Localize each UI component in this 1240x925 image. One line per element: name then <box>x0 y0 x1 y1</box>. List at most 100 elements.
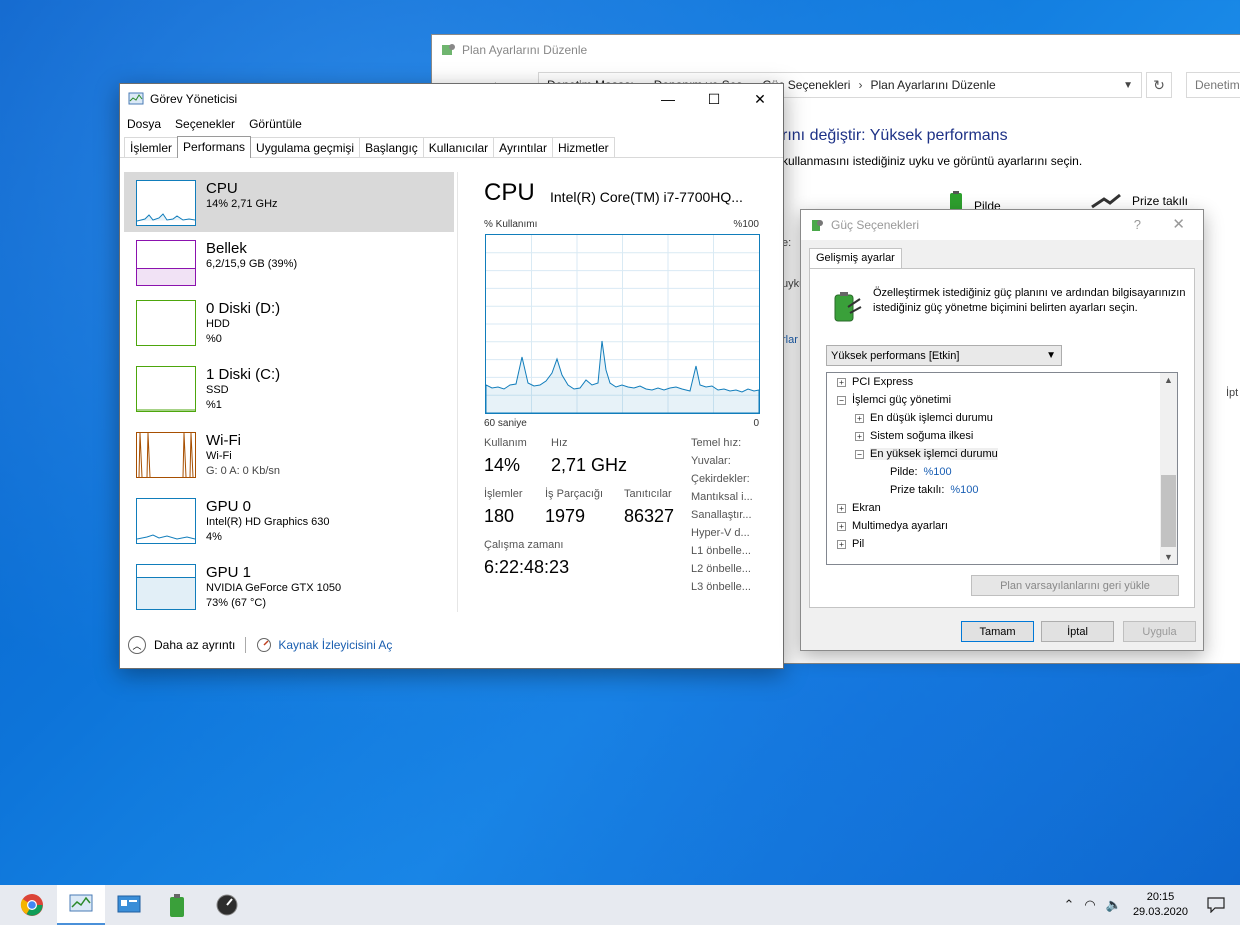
tree-value[interactable]: %100 <box>950 484 978 496</box>
tree-item[interactable]: + PCI Express <box>837 373 913 391</box>
tree-item[interactable]: − İşlemci güç yönetimi <box>837 391 951 409</box>
collapse-icon[interactable]: − <box>855 449 864 459</box>
perf-item-disk-c[interactable]: 1 Diski (C:) SSD %1 <box>124 358 454 418</box>
collapse-icon[interactable]: − <box>837 395 846 405</box>
apply-button[interactable]: Uygula <box>1123 621 1196 642</box>
power-settings-tree[interactable]: + PCI Express − İşlemci güç yönetimi + E… <box>826 372 1178 565</box>
usage-label: Kullanım <box>484 437 527 449</box>
minimize-icon[interactable]: — <box>645 84 691 114</box>
tab-details[interactable]: Ayrıntılar <box>493 137 553 157</box>
expand-icon[interactable]: + <box>837 539 846 549</box>
scroll-down-icon[interactable]: ▼ <box>1164 552 1173 562</box>
threads-label: İş Parçacığı <box>545 488 604 500</box>
close-icon[interactable]: ✕ <box>1172 215 1185 233</box>
tab-startup[interactable]: Başlangıç <box>359 137 424 157</box>
perf-item-detail: Wi-Fi <box>206 450 232 462</box>
refresh-button[interactable]: ↻ <box>1146 72 1172 98</box>
tab-users[interactable]: Kullanıcılar <box>422 137 495 157</box>
tab-processes[interactable]: İşlemler <box>124 137 179 157</box>
disk-c-thumbnail <box>136 366 196 412</box>
perf-item-gpu1[interactable]: GPU 1 NVIDIA GeForce GTX 1050 73% (67 °C… <box>124 556 454 616</box>
search-input[interactable]: Denetim <box>1186 72 1240 98</box>
notification-icon <box>1207 897 1225 913</box>
open-resource-monitor-link[interactable]: Kaynak İzleyicisini Aç <box>278 638 392 652</box>
chrome-taskbar-button[interactable] <box>8 885 56 925</box>
tree-item[interactable]: + Multimedya ayarları <box>837 517 948 535</box>
expand-icon[interactable]: + <box>837 377 846 387</box>
scrollbar-thumb[interactable] <box>1161 475 1176 547</box>
expand-icon[interactable]: + <box>855 413 864 423</box>
cpu-graph-svg <box>485 235 760 414</box>
perf-item-text: Bellek 6,2/15,9 GB (39%) <box>206 232 297 292</box>
volume-icon[interactable]: 🔈 <box>1106 897 1122 913</box>
perf-item-wifi[interactable]: Wi-Fi Wi-Fi G: 0 A: 0 Kb/sn <box>124 424 454 484</box>
tab-performance[interactable]: Performans <box>177 136 252 158</box>
perf-item-detail: 6,2/15,9 GB (39%) <box>206 258 298 270</box>
handles-value: 86327 <box>624 506 675 526</box>
cp-subheading: kullanmasını istediğiniz uyku ve görüntü… <box>782 154 1083 168</box>
cancel-button[interactable]: İptal <box>1041 621 1114 642</box>
close-icon[interactable]: ✕ <box>737 84 783 114</box>
tab-services[interactable]: Hizmetler <box>551 137 615 157</box>
control-panel-taskbar-button[interactable] <box>105 885 153 925</box>
cp-title: Plan Ayarlarını Düzenle <box>462 43 588 57</box>
expand-icon[interactable]: + <box>837 521 846 531</box>
ok-button[interactable]: Tamam <box>961 621 1034 642</box>
side-label: Sanallaştır... <box>691 509 752 521</box>
wifi-thumbnail <box>136 432 196 478</box>
tree-item[interactable]: + Ekran <box>837 499 881 517</box>
task-manager-taskbar-button[interactable] <box>57 885 105 925</box>
chevron-down-icon[interactable]: ▼ <box>1123 80 1133 91</box>
tree-item[interactable]: + Sistem soğuma ilkesi <box>855 427 973 445</box>
tree-item[interactable]: + En düşük işlemci durumu <box>855 409 993 427</box>
breadcrumb-item[interactable]: Plan Ayarlarını Düzenle <box>870 78 995 92</box>
cp-cancel-fragment[interactable]: İpt <box>1226 387 1238 399</box>
menu-options[interactable]: Seçenekler <box>175 117 235 131</box>
scroll-up-icon[interactable]: ▲ <box>1164 375 1173 385</box>
chevron-right-icon: › <box>858 78 863 92</box>
clock[interactable]: 20:15 29.03.2020 <box>1133 890 1188 920</box>
tree-value[interactable]: %100 <box>924 466 952 478</box>
po-title: Güç Seçenekleri <box>831 218 920 232</box>
tree-label: En yüksek işlemci durumu <box>870 448 998 460</box>
task-manager-icon <box>128 92 144 105</box>
expand-icon[interactable]: + <box>855 431 864 441</box>
tab-app-history[interactable]: Uygulama geçmişi <box>250 137 361 157</box>
tree-item[interactable]: Prize takılı: %100 <box>890 481 979 499</box>
tree-item[interactable]: − En yüksek işlemci durumu <box>855 445 998 463</box>
fewer-details-button[interactable]: Daha az ayrıntı <box>154 638 235 652</box>
restore-defaults-button[interactable]: Plan varsayılanlarını geri yükle <box>971 575 1179 596</box>
wifi-icon[interactable]: ◠ <box>1084 897 1095 913</box>
side-label: Mantıksal i... <box>691 491 753 503</box>
chevron-up-icon[interactable]: ⌃ <box>1064 897 1075 913</box>
chevron-up-icon[interactable]: ︿ <box>128 636 146 654</box>
notification-button[interactable] <box>1202 885 1230 925</box>
perf-item-detail: HDD <box>206 318 230 330</box>
perf-item-disk-d[interactable]: 0 Diski (D:) HDD %0 <box>124 292 454 352</box>
perf-item-name: GPU 1 <box>206 564 252 581</box>
task-manager-window[interactable]: Görev Yöneticisi — ☐ ✕ Dosya Seçenekler … <box>119 83 784 669</box>
pane-divider[interactable] <box>457 172 458 612</box>
disk-d-thumbnail <box>136 300 196 346</box>
menu-file[interactable]: Dosya <box>127 117 161 131</box>
menu-view[interactable]: Görüntüle <box>249 117 302 131</box>
power-options-taskbar-button[interactable] <box>154 885 202 925</box>
power-plan-select[interactable]: Yüksek performans [Etkin] ▼ <box>826 345 1062 366</box>
power-options-dialog[interactable]: Güç Seçenekleri ? ✕ Gelişmiş ayarlar Öze… <box>800 209 1204 651</box>
help-icon[interactable]: ? <box>1134 217 1141 232</box>
expand-icon[interactable]: + <box>837 503 846 513</box>
side-label: L1 önbelle... <box>691 545 751 557</box>
perf-item-gpu0[interactable]: GPU 0 Intel(R) HD Graphics 630 4% <box>124 490 454 550</box>
tree-label: Sistem soğuma ilkesi <box>870 430 974 442</box>
maximize-icon[interactable]: ☐ <box>691 84 737 114</box>
resource-monitor-taskbar-button[interactable] <box>203 885 251 925</box>
perf-item-cpu[interactable]: CPU 14% 2,71 GHz <box>124 172 454 232</box>
tree-item[interactable]: Pilde: %100 <box>890 463 952 481</box>
tree-scrollbar[interactable]: ▲ ▼ <box>1160 373 1177 564</box>
perf-item-name: 1 Diski (C:) <box>206 366 281 383</box>
processes-label: İşlemler <box>484 488 523 500</box>
cp-fragment[interactable]: rlar <box>782 334 798 346</box>
perf-item-memory[interactable]: Bellek 6,2/15,9 GB (39%) <box>124 232 454 292</box>
tab-advanced-settings[interactable]: Gelişmiş ayarlar <box>809 248 902 269</box>
tree-item[interactable]: + Pil <box>837 535 864 553</box>
